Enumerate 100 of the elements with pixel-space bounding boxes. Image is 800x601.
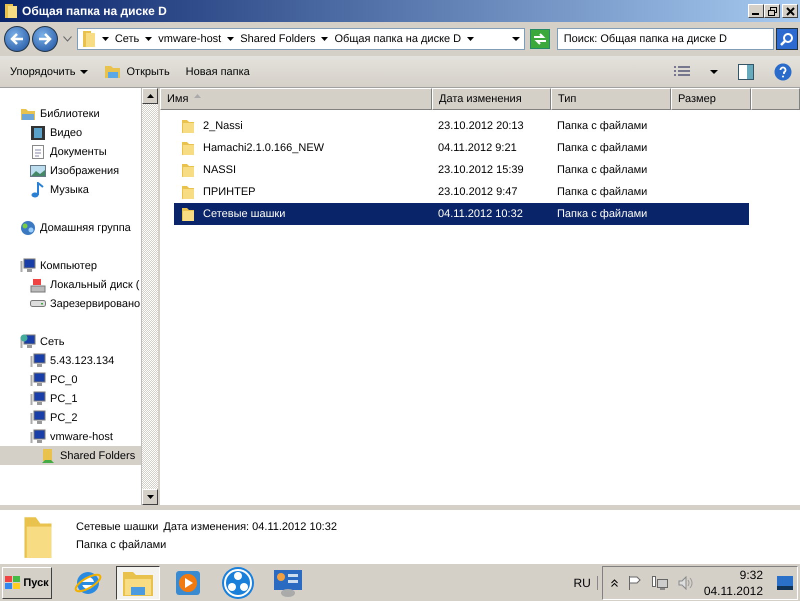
file-row[interactable]: NASSI 23.10.2012 15:39 Папка с файлами [174,159,749,181]
file-name: NASSI [203,164,236,176]
navigation-item[interactable]: Shared Folders [0,446,141,465]
file-row[interactable]: 2_Nassi 23.10.2012 20:13 Папка с файлами [174,115,749,137]
toolbar-button[interactable]: Новая папка [186,60,250,84]
restore-icon [768,6,776,16]
file-row[interactable]: ПРИНТЕР 23.10.2012 9:47 Папка с файлами [174,181,749,203]
column-header[interactable]: Имя [160,88,432,110]
navigation-item[interactable]: Домашняя группа [0,218,141,237]
folder-icon [104,64,122,79]
back-button[interactable] [4,26,30,52]
show-desktop-button[interactable] [777,576,793,590]
breadcrumb-item[interactable]: Сеть [114,33,140,45]
help-icon [774,62,792,80]
computer-icon [30,352,46,368]
drive-icon [30,300,46,307]
homegroup-icon [20,220,36,236]
shared-folder-icon [40,448,56,464]
chevron-up-icon[interactable] [610,578,618,586]
navigation-item[interactable]: PC_2 [0,408,141,427]
item-name: Сетевые шашки [76,521,158,533]
caret-icon [321,37,328,41]
computer-icon [30,372,46,388]
folder-icon [180,184,196,200]
navigation-item[interactable]: Сеть [0,332,141,351]
file-row[interactable]: Hamachi2.1.0.166_NEW 04.11.2012 9:21 Папка с файлами [174,137,749,159]
caret-up-icon [146,94,154,98]
scrollbar[interactable] [141,88,158,505]
file-row[interactable]: Сетевые шашки 04.11.2012 10:32 Папка с файлами [174,203,749,225]
navigation-item[interactable]: PC_0 [0,370,141,389]
breadcrumb-item[interactable]: vmware-host [158,33,222,45]
search-icon [780,32,794,46]
modified-date: 04.11.2012 10:32 [438,208,523,220]
film-icon [30,124,46,140]
search-field[interactable]: Поиск: Общая папка на диске D [556,28,774,50]
scroll-up-button[interactable] [142,88,158,104]
restore-button[interactable] [764,4,780,18]
taskbar-button[interactable] [116,566,160,600]
dropdown-icon [512,37,520,41]
file-type: Папка с файлами [557,164,648,176]
navigation-item[interactable]: Зарезервировано [0,294,141,313]
file-name: Hamachi2.1.0.166_NEW [203,142,324,154]
caret-icon [227,37,234,41]
address-bar[interactable]: Сеть vmware-host Shared Folders Общая папка на диске D [76,28,525,50]
breadcrumb-item[interactable]: Shared Folders [240,33,316,45]
caret-icon [62,36,72,42]
refresh-button[interactable] [530,29,550,49]
file-name: ПРИНТЕР [203,186,256,198]
image-icon [30,162,46,178]
pane-icon [738,64,754,80]
navigation-item[interactable]: Изображения [0,161,141,180]
item-type: Папка с файлами [76,539,168,551]
control-panel-icon [272,568,304,598]
arrow-left-icon [8,32,25,46]
close-icon [786,6,794,16]
navigation-item[interactable]: Видео [0,123,141,142]
computer-icon [30,410,46,426]
modified-date: Дата изменения: 04.11.2012 10:32 [163,521,337,533]
language-indicator[interactable]: RU [573,576,598,590]
column-header[interactable]: Размер [671,88,751,110]
modified-date: 23.10.2012 9:47 [438,186,518,198]
minimize-button[interactable] [748,4,764,18]
speaker-icon[interactable] [678,574,694,590]
file-type: Папка с файлами [557,142,648,154]
modified-date: 23.10.2012 15:39 [438,164,524,176]
network-status-icon[interactable] [652,574,668,590]
close-button[interactable] [782,4,798,18]
caret-icon [467,37,474,41]
navigation-item[interactable]: Локальный диск ( [0,275,141,294]
drive-icon [30,276,46,292]
column-header[interactable]: Тип [551,88,671,110]
navigation-item[interactable]: vmware-host [0,427,141,446]
navigation-item[interactable]: PC_1 [0,389,141,408]
toolbar-button[interactable]: Упорядочить [10,60,88,84]
folder-icon [180,162,196,178]
music-note-icon [30,182,46,198]
scroll-down-button[interactable] [142,489,158,505]
breadcrumb-item[interactable]: Общая папка на диске D [334,33,462,45]
computer-icon [20,258,36,274]
navigation-item[interactable]: Библиотеки [0,104,141,123]
start-button[interactable]: Пуск [2,566,52,598]
flag-icon[interactable] [628,574,642,590]
navigation-item[interactable]: Музыка [0,180,141,199]
computer-icon [30,428,46,444]
modified-date: 23.10.2012 20:13 [438,120,524,132]
computer-icon [30,390,46,406]
computer-icon [20,334,36,350]
navigation-item[interactable]: 5.43.123.134 [0,351,141,370]
folder-icon [180,206,196,222]
file-type: Папка с файлами [557,120,648,132]
navigation-item[interactable]: Документы [0,142,141,161]
caret-down-icon [146,495,154,499]
navigation-item[interactable]: Компьютер [0,256,141,275]
forward-button[interactable] [32,26,58,52]
caret-icon [710,70,718,74]
folder-icon [180,140,196,156]
search-button[interactable] [776,28,798,50]
list-icon [674,66,690,78]
toolbar-button[interactable]: Открыть [104,60,170,84]
column-header[interactable]: Дата изменения [432,88,551,110]
